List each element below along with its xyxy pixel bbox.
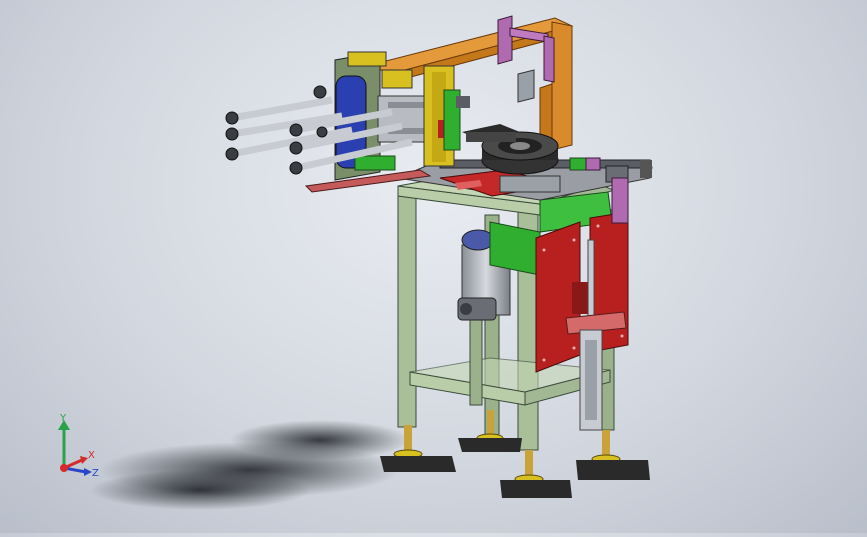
y-axis-label: Y: [59, 413, 67, 424]
z-axis-arrow: [63, 466, 92, 476]
top-clamp[interactable]: [462, 124, 520, 142]
foot-back-right: [576, 430, 650, 480]
x-axis-arrow: [63, 456, 88, 470]
x-axis-label: X: [88, 450, 95, 461]
assembly-model[interactable]: [0, 0, 867, 533]
foot-front-right: [500, 450, 572, 498]
foot-back-left: [458, 410, 522, 452]
triad-origin: [60, 464, 68, 472]
axis-triad[interactable]: Y X Z: [52, 412, 102, 480]
model-viewport[interactable]: [0, 0, 867, 533]
z-axis-label: Z: [92, 468, 99, 479]
floor-shadow: [90, 420, 410, 510]
y-axis-arrow: [58, 420, 70, 468]
